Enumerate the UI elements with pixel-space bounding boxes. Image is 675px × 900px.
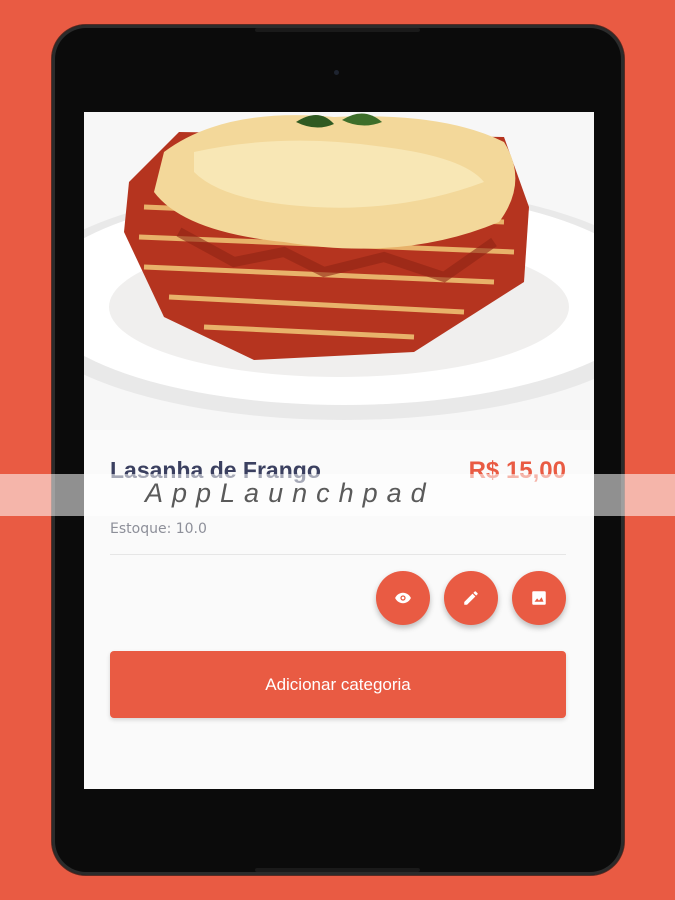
app-screen: Lasanha de Frango R$ 15,00 Estoque: 10.0…	[84, 112, 594, 789]
pencil-icon	[464, 591, 478, 605]
image-icon	[532, 591, 546, 605]
watermark-text: AppLaunchpad	[145, 478, 435, 508]
edit-button[interactable]	[444, 571, 498, 625]
lasagna-photo	[84, 112, 594, 430]
front-camera	[334, 70, 339, 75]
tablet-top-notch	[255, 28, 420, 32]
divider	[110, 554, 566, 555]
eye-icon	[395, 592, 411, 604]
view-button[interactable]	[376, 571, 430, 625]
image-button[interactable]	[512, 571, 566, 625]
tablet-bottom-notch	[255, 868, 420, 872]
add-category-button[interactable]: Adicionar categoria	[110, 651, 566, 718]
stock-label: Estoque: 10.0	[110, 521, 207, 537]
